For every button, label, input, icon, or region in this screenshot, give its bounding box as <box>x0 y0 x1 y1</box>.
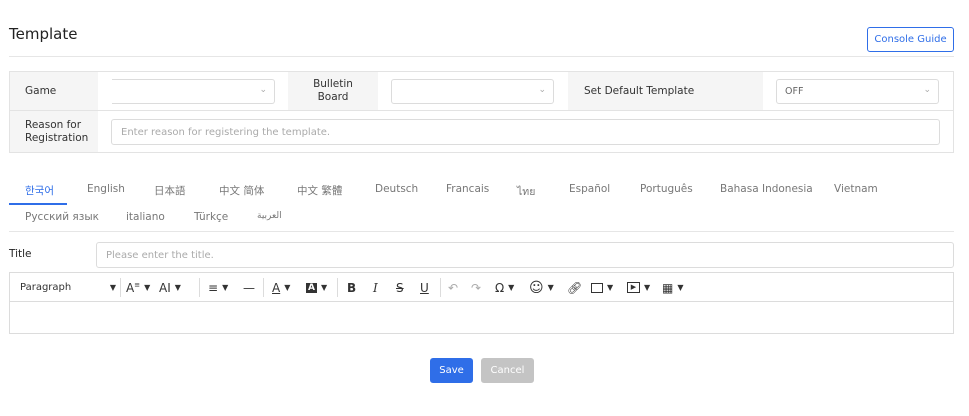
tab-italian[interactable]: italiano <box>126 211 165 223</box>
font-size-icon: A≡ <box>126 280 141 295</box>
italic-icon: I <box>373 280 378 295</box>
toolbar-divider <box>263 278 264 297</box>
tab-thai[interactable]: ไทย <box>517 183 535 200</box>
template-form: Game ⌄ Bulletin Board ⌄ Set Default Temp… <box>9 71 954 153</box>
toolbar-divider <box>440 278 441 297</box>
image-button[interactable]: ▼ <box>591 273 613 302</box>
tab-german[interactable]: Deutsch <box>375 183 418 195</box>
language-tabs: 한국어 English 日本語 中文 简体 中文 繁體 Deutsch Fran… <box>9 176 954 232</box>
strikethrough-icon: S <box>396 280 404 295</box>
chevron-down-icon: ▼ <box>320 283 328 292</box>
background-color-button[interactable]: A ▼ <box>306 273 327 302</box>
image-icon <box>591 282 603 293</box>
tab-korean[interactable]: 한국어 <box>25 183 54 198</box>
link-button[interactable]: 🔗︎ <box>567 273 582 302</box>
chevron-down-icon: ▼ <box>607 283 614 292</box>
toolbar-divider <box>120 278 121 297</box>
tab-english[interactable]: English <box>87 183 125 195</box>
strikethrough-button[interactable]: S <box>396 273 404 302</box>
undo-icon: ↶ <box>448 280 459 295</box>
console-guide-button[interactable]: Console Guide <box>867 27 954 52</box>
font-size-button[interactable]: A≡ ▼ <box>126 273 150 302</box>
bold-icon: B <box>347 280 357 295</box>
tab-japanese[interactable]: 日本語 <box>154 183 186 198</box>
reason-input[interactable]: Enter reason for registering the templat… <box>111 119 940 145</box>
table-icon: ▦ <box>662 280 674 295</box>
link-icon: 🔗︎ <box>567 280 583 295</box>
default-template-select-value: OFF <box>785 86 804 97</box>
editor-content-area[interactable] <box>10 302 953 333</box>
italic-button[interactable]: I <box>373 273 378 302</box>
underline-icon: U <box>420 280 429 295</box>
chevron-down-icon: ⌄ <box>923 85 931 95</box>
cancel-button[interactable]: Cancel <box>481 358 534 383</box>
paragraph-dropdown[interactable]: Paragraph ▼ <box>20 273 118 302</box>
title-label: Title <box>9 248 32 260</box>
title-input[interactable]: Please enter the title. <box>96 242 954 268</box>
game-label: Game <box>10 72 98 110</box>
chevron-down-icon: ▼ <box>677 283 684 292</box>
underline-button[interactable]: U <box>420 273 429 302</box>
horizontal-line-button[interactable]: — <box>243 273 255 302</box>
tab-vietnamese[interactable]: Vietnam <box>834 183 878 195</box>
tab-portuguese[interactable]: Português <box>640 183 693 195</box>
page-title: Template <box>9 25 78 43</box>
default-template-label: Set Default Template <box>568 72 763 110</box>
chevron-down-icon: ▼ <box>508 283 515 292</box>
undo-button[interactable]: ↶ <box>448 273 458 302</box>
font-color-button[interactable]: A ▼ <box>272 273 290 302</box>
media-button[interactable]: ▶ ▼ <box>627 273 650 302</box>
emoji-button[interactable]: ☺ ▼ <box>529 273 554 302</box>
toolbar-divider <box>337 278 338 297</box>
text-height-button[interactable]: AI ▼ <box>159 273 181 302</box>
active-tab-indicator <box>9 203 67 205</box>
chevron-down-icon: ⌄ <box>538 85 546 95</box>
horizontal-line-icon: — <box>243 280 255 295</box>
form-row-main: Game ⌄ Bulletin Board ⌄ Set Default Temp… <box>10 72 953 111</box>
tab-spanish[interactable]: Español <box>569 183 610 195</box>
game-select[interactable]: ⌄ <box>112 79 275 104</box>
tab-chinese-simplified[interactable]: 中文 简体 <box>219 183 264 198</box>
redo-icon: ↷ <box>471 280 482 295</box>
chevron-down-icon: ▼ <box>222 283 229 292</box>
tab-chinese-traditional[interactable]: 中文 繁體 <box>297 183 342 198</box>
media-icon: ▶ <box>627 282 640 293</box>
text-height-icon: AI <box>159 280 171 295</box>
reason-label: Reason for Registration <box>10 111 98 152</box>
table-button[interactable]: ▦ ▼ <box>662 273 684 302</box>
chevron-down-icon: ▼ <box>547 283 554 292</box>
chevron-down-icon: ▼ <box>644 283 651 292</box>
align-icon: ≡ <box>208 280 219 295</box>
toolbar-divider <box>199 278 200 297</box>
chevron-down-icon: ⌄ <box>259 85 267 95</box>
align-button[interactable]: ≡ ▼ <box>208 273 228 302</box>
chevron-down-icon: ▼ <box>174 283 181 292</box>
header-divider <box>9 56 954 57</box>
special-character-button[interactable]: Ω ▼ <box>495 273 514 302</box>
tab-russian[interactable]: Русский язык <box>25 211 99 223</box>
chevron-down-icon: ▼ <box>284 283 291 292</box>
paragraph-label: Paragraph <box>20 282 72 293</box>
chevron-down-icon: ▼ <box>144 283 151 292</box>
tab-french[interactable]: Francais <box>446 183 489 195</box>
tab-indonesian[interactable]: Bahasa Indonesia <box>720 183 813 195</box>
special-character-icon: Ω <box>495 280 505 295</box>
redo-button[interactable]: ↷ <box>471 273 481 302</box>
emoji-icon: ☺ <box>529 279 544 296</box>
background-color-icon: A <box>306 282 317 293</box>
default-template-select[interactable]: OFF ⌄ <box>776 79 939 104</box>
tab-turkish[interactable]: Türkçe <box>194 211 228 223</box>
chevron-down-icon: ▼ <box>109 283 116 292</box>
tab-arabic[interactable]: العربية <box>257 211 282 221</box>
bulletin-board-select[interactable]: ⌄ <box>391 79 554 104</box>
bulletin-board-label: Bulletin Board <box>288 72 378 110</box>
font-color-icon: A <box>272 280 281 295</box>
rich-text-editor: Paragraph ▼ A≡ ▼ AI ▼ ≡ ▼ — A ▼ A ▼ B I S U ↶… <box>9 272 954 334</box>
save-button[interactable]: Save <box>430 358 473 383</box>
editor-toolbar: Paragraph ▼ A≡ ▼ AI ▼ ≡ ▼ — A ▼ A ▼ B I S U ↶… <box>10 273 953 302</box>
bold-button[interactable]: B <box>347 273 356 302</box>
